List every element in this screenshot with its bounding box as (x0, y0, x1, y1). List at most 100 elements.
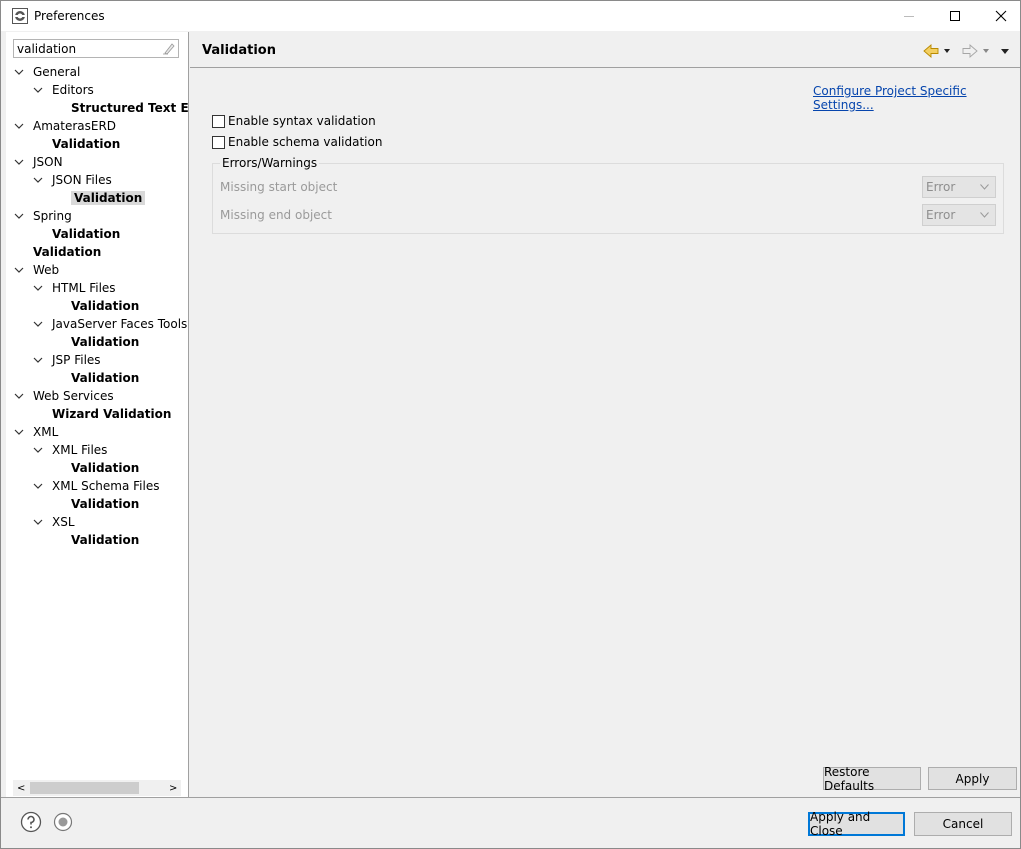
chevron-down-icon[interactable] (33, 445, 43, 455)
tree-item[interactable]: Structured Text Ec (52, 99, 188, 117)
tree-item[interactable]: Validation (52, 369, 139, 387)
help-icon[interactable] (20, 811, 42, 833)
chevron-down-icon[interactable] (14, 427, 24, 437)
forward-arrow-icon[interactable] (962, 44, 978, 58)
preferences-sidebar: validation General Editors Structured Text… (6, 32, 188, 798)
tree-item[interactable]: XSL (33, 513, 75, 531)
checkbox-box[interactable] (212, 135, 225, 149)
tree-item[interactable]: General (14, 63, 80, 81)
tree-item-label: JSP Files (52, 353, 101, 367)
minimize-button[interactable] (886, 1, 932, 31)
tree-item[interactable]: XML Schema Files (33, 477, 159, 495)
tree-item[interactable]: XML Files (33, 441, 107, 459)
chevron-down-icon[interactable] (33, 85, 43, 95)
close-button[interactable] (978, 1, 1021, 31)
chevron-down-icon[interactable] (14, 157, 24, 167)
tree-item-label: Structured Text Ec (71, 101, 188, 115)
tree-item-label: JavaServer Faces Tools (52, 317, 188, 331)
tree-item[interactable]: Wizard Validation (33, 405, 171, 423)
filter-text[interactable]: validation (17, 42, 76, 56)
tree-item-label: JSON Files (52, 173, 112, 187)
select-value: Error (926, 180, 956, 194)
chevron-down-icon[interactable] (33, 481, 43, 491)
missing-end-object-select[interactable]: Error (922, 204, 996, 226)
syntax-validation-checkbox[interactable]: Enable syntax validation (212, 113, 376, 129)
chevron-down-icon[interactable] (14, 211, 24, 221)
tree-item[interactable]: JSON Files (33, 171, 112, 189)
scroll-left-icon[interactable]: < (17, 783, 25, 794)
tree-item[interactable]: Validation (33, 225, 120, 243)
minimize-icon (904, 16, 914, 17)
chevron-down-icon[interactable] (33, 283, 43, 293)
tree-item[interactable]: XML (14, 423, 58, 441)
tree-item[interactable]: AmaterasERD (14, 117, 116, 135)
panel-divider[interactable] (188, 32, 189, 798)
cancel-button[interactable]: Cancel (914, 812, 1012, 836)
tree-item[interactable]: Validation (52, 333, 139, 351)
tree-item-label: Spring (33, 209, 72, 223)
tree-item-label: Web Services (33, 389, 114, 403)
chevron-down-icon[interactable] (14, 391, 24, 401)
tree-item-label: Validation (71, 335, 140, 349)
checkbox-label: Enable schema validation (228, 135, 383, 149)
tree-item[interactable]: Validation (33, 135, 120, 153)
tree-item-label: Validation (52, 137, 121, 151)
close-icon (995, 10, 1007, 22)
schema-validation-checkbox[interactable]: Enable schema validation (212, 134, 382, 150)
apply-and-close-button[interactable]: Apply and Close (808, 810, 905, 838)
record-macro-icon[interactable] (53, 812, 73, 832)
tree-item-label: AmaterasERD (33, 119, 117, 133)
tree-item[interactable]: Validation (52, 495, 139, 513)
tree-item-label: XML (33, 425, 59, 439)
tree-horizontal-scrollbar[interactable]: < > (13, 780, 181, 796)
apply-button[interactable]: Apply (928, 767, 1017, 790)
tree-item-label: XSL (52, 515, 75, 529)
restore-defaults-button[interactable]: Restore Defaults (823, 765, 921, 793)
chevron-down-icon[interactable] (33, 175, 43, 185)
preferences-window: Preferences validation General Editors Str… (0, 0, 1021, 849)
select-value: Error (926, 208, 956, 222)
chevron-down-icon[interactable] (14, 265, 24, 275)
missing-end-object-label: Missing end object (220, 208, 332, 222)
title-bar: Preferences (1, 1, 1020, 31)
tree-item[interactable]: Editors (33, 81, 94, 99)
tree-item[interactable]: Web (14, 261, 59, 279)
chevron-down-icon[interactable] (14, 67, 24, 77)
tree-item-label: XML Files (52, 443, 108, 457)
chevron-down-icon[interactable] (14, 121, 24, 131)
scroll-thumb[interactable] (30, 782, 139, 794)
tree-item[interactable]: JSP Files (33, 351, 101, 369)
configure-project-settings-link[interactable]: Configure Project Specific Settings... (813, 84, 1020, 112)
tree-item[interactable]: Web Services (14, 387, 114, 405)
tree-item[interactable]: Validation (52, 297, 139, 315)
tree-item[interactable]: Validation (14, 243, 101, 261)
tree-item[interactable]: HTML Files (33, 279, 116, 297)
filter-input[interactable]: validation (13, 39, 179, 58)
back-menu-chevron-icon[interactable] (944, 49, 950, 53)
tree-item[interactable]: JavaServer Faces Tools (33, 315, 187, 333)
tree-item-label: Validation (52, 227, 121, 241)
missing-start-object-label: Missing start object (220, 180, 338, 194)
tree-item[interactable]: Validation (52, 459, 139, 477)
forward-menu-chevron-icon[interactable] (983, 49, 989, 53)
tree-item-label: XML Schema Files (52, 479, 160, 493)
back-arrow-icon[interactable] (923, 44, 939, 58)
tree-item[interactable]: Validation (52, 189, 146, 207)
page-title: Validation (202, 43, 276, 58)
scroll-right-icon[interactable]: > (169, 783, 177, 794)
group-label: Errors/Warnings (220, 156, 320, 170)
tree-item[interactable]: Spring (14, 207, 72, 225)
missing-start-object-select[interactable]: Error (922, 176, 996, 198)
clear-filter-icon[interactable] (162, 42, 175, 55)
tree-item-label: Validation (71, 299, 140, 313)
chevron-down-icon[interactable] (33, 319, 43, 329)
chevron-down-icon[interactable] (33, 517, 43, 527)
window-title: Preferences (34, 9, 105, 23)
chevron-down-icon (980, 184, 989, 190)
tree-item[interactable]: Validation (52, 531, 139, 549)
tree-item[interactable]: JSON (14, 153, 63, 171)
view-menu-icon[interactable] (1001, 49, 1009, 54)
maximize-button[interactable] (932, 1, 978, 31)
chevron-down-icon[interactable] (33, 355, 43, 365)
checkbox-box[interactable] (212, 114, 225, 128)
